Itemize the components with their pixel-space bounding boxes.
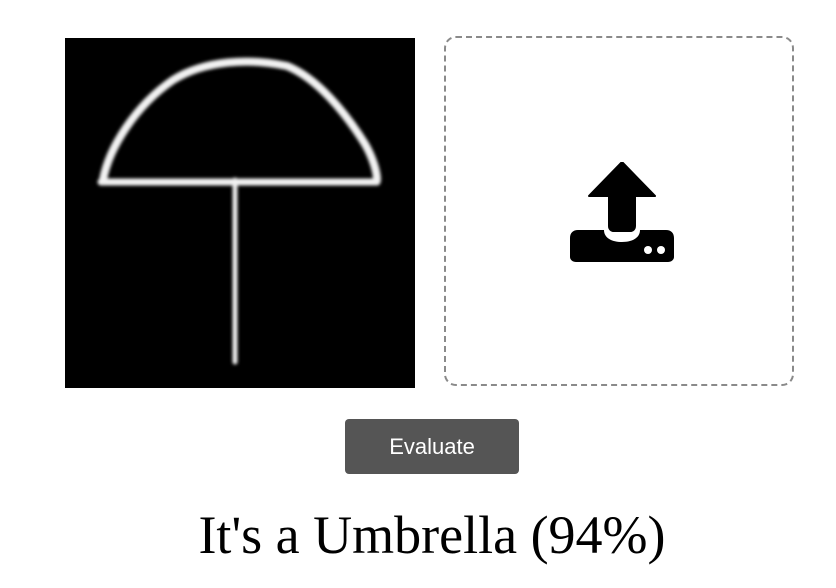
- upload-icon: [570, 162, 674, 262]
- umbrella-sketch-image: [97, 57, 381, 365]
- evaluate-button[interactable]: Evaluate: [345, 419, 519, 474]
- prediction-result: It's a Umbrella (94%): [198, 505, 666, 565]
- upload-dropzone[interactable]: [444, 36, 794, 386]
- drawing-preview: [65, 38, 415, 388]
